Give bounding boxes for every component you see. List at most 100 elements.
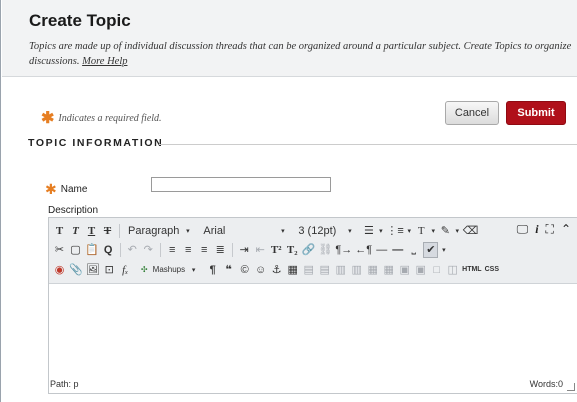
description-editor: T T T T Paragraph ▾ Arial ▾ 3 (12pt) ▾ ☰ ▾ ⋮…: [48, 217, 577, 394]
italic-icon[interactable]: T: [69, 223, 82, 239]
bullet-list-icon[interactable]: ☰: [362, 223, 375, 239]
chevron-down-icon[interactable]: ▾: [378, 223, 383, 239]
table-merge-icon[interactable]: ▣: [414, 262, 427, 278]
emoticon-icon[interactable]: ☺: [254, 262, 267, 278]
subscript-icon[interactable]: T₂: [286, 242, 299, 258]
paste-icon[interactable]: 📋: [85, 242, 99, 258]
table-delete-row-icon[interactable]: ▥: [334, 262, 347, 278]
editor-status-bar: Path: p Words:0: [49, 375, 577, 393]
paragraph-icon[interactable]: ¶: [206, 262, 219, 278]
redo-icon[interactable]: ↷: [142, 242, 155, 258]
chevron-down-icon: ▾: [191, 266, 196, 274]
align-center-icon[interactable]: ≡: [182, 242, 195, 258]
toolbar-separator: [159, 242, 161, 257]
font-dropdown[interactable]: Arial ▾: [200, 223, 292, 239]
mashups-dropdown[interactable]: ✣ Mashups ▾: [135, 262, 203, 278]
align-left-icon[interactable]: ≡: [166, 242, 179, 258]
cancel-button[interactable]: Cancel: [445, 101, 499, 125]
name-label-text: Name: [60, 184, 88, 195]
align-right-icon[interactable]: ≡: [198, 242, 211, 258]
equation-icon[interactable]: fₓ: [119, 262, 132, 278]
line-icon[interactable]: —: [391, 242, 404, 258]
spellcheck-icon[interactable]: Q: [102, 242, 115, 258]
table-col-before-icon[interactable]: ▥: [350, 262, 363, 278]
attachment-icon[interactable]: 📎: [69, 262, 83, 278]
resize-handle-icon[interactable]: [567, 383, 575, 391]
toolbar-row-2: ✂ ▢ 📋 Q ↶ ↷ ≡ ≡ ≡ ≣ ⇥ ⇤ T² T₂ 🔗 ⛓ ¶→ ←¶ …: [53, 240, 446, 259]
editor-content-area[interactable]: [49, 284, 577, 375]
outdent-icon[interactable]: ⇤: [254, 242, 267, 258]
table-delete-col-icon[interactable]: ▦: [382, 262, 395, 278]
anchor-icon[interactable]: ⚓: [270, 262, 283, 278]
insert-image-icon[interactable]: 🖼: [86, 262, 100, 278]
size-dropdown[interactable]: 3 (12pt) ▾: [295, 223, 359, 239]
html-source-icon[interactable]: HTML: [462, 262, 481, 278]
mashups-dropdown-label: Mashups: [152, 265, 186, 274]
justify-icon[interactable]: ≣: [214, 242, 227, 258]
strikethrough-icon[interactable]: T: [101, 223, 114, 239]
toolbar-right-group: 🖵 i ⛶ ⌃: [517, 221, 571, 237]
horizontal-rule-icon[interactable]: —: [375, 242, 388, 258]
copy-icon[interactable]: ▢: [69, 242, 82, 258]
collapse-icon[interactable]: ⌃: [561, 221, 571, 237]
table-props-icon[interactable]: □: [430, 262, 443, 278]
description-label: Description: [48, 205, 99, 216]
link-icon[interactable]: 🔗: [302, 242, 316, 258]
ltr-icon[interactable]: ¶→: [335, 242, 352, 258]
css-icon[interactable]: CSS: [485, 262, 499, 278]
size-dropdown-label: 3 (12pt): [298, 224, 337, 237]
chevron-down-icon: ▾: [186, 227, 190, 235]
rtl-icon[interactable]: ←¶: [355, 242, 372, 258]
bold-icon[interactable]: T: [53, 223, 66, 239]
underline-icon[interactable]: T: [85, 223, 98, 239]
name-input[interactable]: [151, 177, 331, 192]
table-cell-props-icon[interactable]: ◫: [446, 262, 459, 278]
required-star-icon: ✱: [45, 181, 57, 197]
nonbreaking-space-icon[interactable]: ⎵: [407, 242, 420, 258]
unlink-icon[interactable]: ⛓: [318, 242, 332, 258]
chevron-down-icon: ▾: [348, 227, 352, 235]
mashups-icon: ✣: [140, 265, 148, 274]
required-star-icon: ✱: [41, 110, 55, 127]
more-help-link[interactable]: More Help: [82, 56, 127, 67]
highlight-pen-icon[interactable]: ✎: [439, 223, 452, 239]
superscript-icon[interactable]: T²: [270, 242, 283, 258]
fullscreen-icon[interactable]: ⛶: [546, 221, 554, 237]
info-icon[interactable]: i: [535, 221, 538, 237]
eraser-icon[interactable]: ⌫: [463, 223, 479, 239]
text-style-icon[interactable]: T: [415, 223, 428, 239]
format-dropdown[interactable]: Paragraph ▾: [125, 223, 197, 239]
chevron-down-icon[interactable]: ▾: [431, 223, 436, 239]
page-frame: Create Topic Topics are made up of indiv…: [0, 0, 577, 402]
table-icon[interactable]: ▦: [286, 262, 299, 278]
section-divider: [159, 144, 577, 145]
chevron-down-icon: ▾: [281, 227, 285, 235]
required-field-note: ✱ Indicates a required field.: [41, 106, 162, 127]
numbered-list-icon[interactable]: ⋮≡: [386, 223, 403, 239]
table-row-after-icon[interactable]: ▤: [318, 262, 331, 278]
toolbar-row-1: T T T T Paragraph ▾ Arial ▾ 3 (12pt) ▾ ☰ ▾ ⋮…: [53, 221, 478, 240]
element-path: Path: p: [50, 379, 79, 389]
copyright-icon[interactable]: ©: [238, 262, 251, 278]
chevron-down-icon[interactable]: ▾: [455, 223, 460, 239]
preview-icon[interactable]: 🖵: [517, 221, 529, 237]
table-col-after-icon[interactable]: ▦: [366, 262, 379, 278]
indent-icon[interactable]: ⇥: [238, 242, 251, 258]
chevron-down-icon[interactable]: ▾: [407, 223, 412, 239]
mashup-target-icon[interactable]: ◉: [53, 262, 66, 278]
editor-toolbar: T T T T Paragraph ▾ Arial ▾ 3 (12pt) ▾ ☰ ▾ ⋮…: [49, 218, 577, 284]
chevron-down-icon[interactable]: ▾: [441, 242, 446, 258]
toolbar-separator: [119, 223, 120, 238]
undo-icon[interactable]: ↶: [126, 242, 139, 258]
media-icon[interactable]: ⊡: [103, 262, 116, 278]
table-split-icon[interactable]: ▣: [398, 262, 411, 278]
table-row-before-icon[interactable]: ▤: [302, 262, 315, 278]
toolbar-separator: [119, 242, 121, 257]
submit-button[interactable]: Submit: [506, 101, 566, 125]
toolbar-row-3: ◉ 📎 🖼 ⊡ fₓ ✣ Mashups ▾ ¶ ❝ © ☺ ⚓ ▦ ▤ ▤ ▥ ▥…: [53, 260, 499, 279]
quote-icon[interactable]: ❝: [222, 262, 235, 278]
spellcheck-check-icon[interactable]: ✔: [423, 241, 439, 258]
section-title: TOPIC INFORMATION: [28, 137, 164, 149]
cut-icon[interactable]: ✂: [53, 242, 66, 258]
toolbar-separator: [231, 242, 233, 257]
